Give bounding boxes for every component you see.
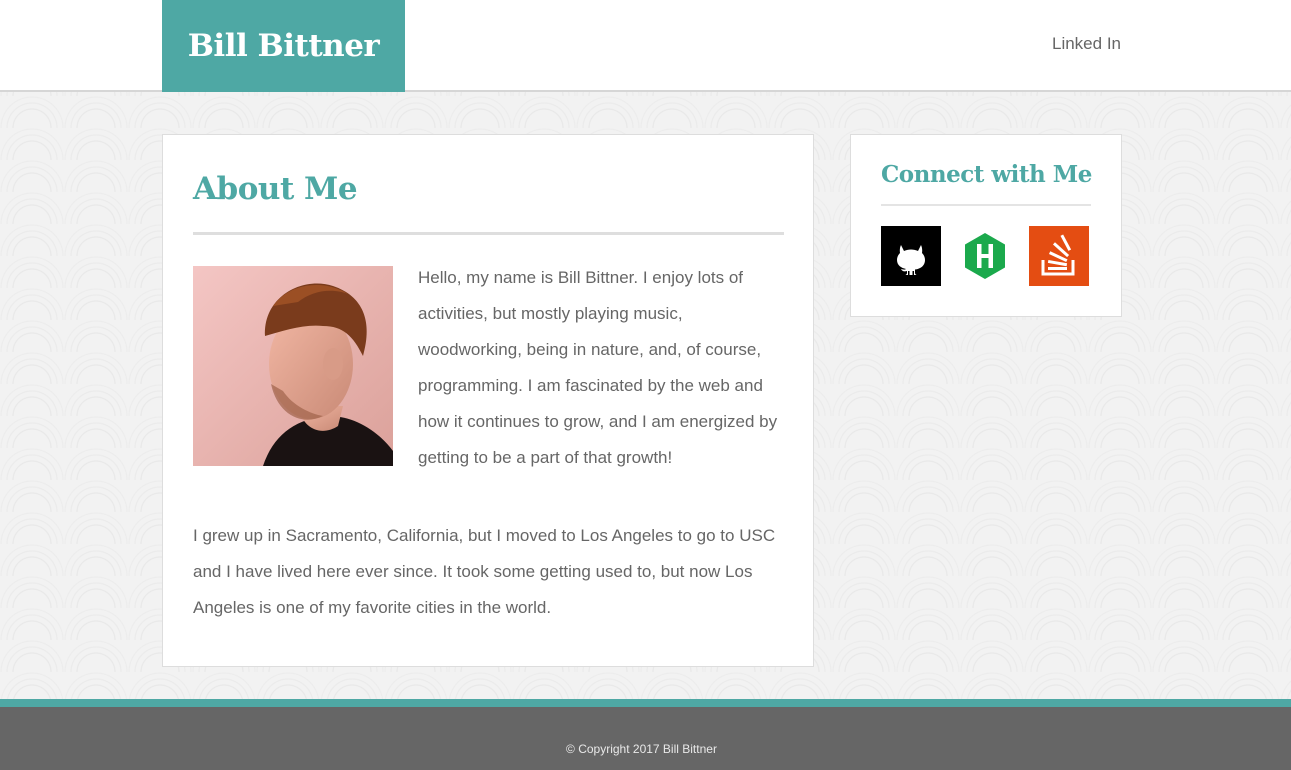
- hackerrank-link[interactable]: [955, 226, 1015, 286]
- connect-title: Connect with Me: [881, 161, 1092, 188]
- hackerrank-icon: [965, 233, 1005, 279]
- about-paragraph-background: I grew up in Sacramento, California, but…: [193, 526, 776, 617]
- stackoverflow-icon: [1029, 226, 1089, 286]
- about-divider: [193, 232, 784, 235]
- github-icon: [881, 226, 941, 286]
- nav-link-linkedin[interactable]: Linked In: [1052, 34, 1121, 54]
- about-card: About Me Hello, my name is Bill Bittner.…: [162, 134, 814, 667]
- profile-photo-image: [193, 266, 393, 466]
- connect-card: Connect with Me: [850, 134, 1122, 317]
- site-title[interactable]: Bill Bittner: [162, 0, 405, 92]
- site-header: Bill Bittner Linked In: [0, 0, 1291, 92]
- about-title: About Me: [193, 171, 358, 207]
- site-footer: © Copyright 2017 Bill Bittner: [0, 707, 1291, 770]
- copyright-text: © Copyright 2017 Bill Bittner: [566, 742, 717, 756]
- stackoverflow-link[interactable]: [1029, 226, 1089, 286]
- github-link[interactable]: [881, 226, 941, 286]
- footer-accent-stripe: [0, 699, 1291, 707]
- about-paragraph-intro: Hello, my name is Bill Bittner. I enjoy …: [418, 268, 778, 467]
- connect-divider: [881, 204, 1091, 206]
- profile-photo: [193, 266, 393, 466]
